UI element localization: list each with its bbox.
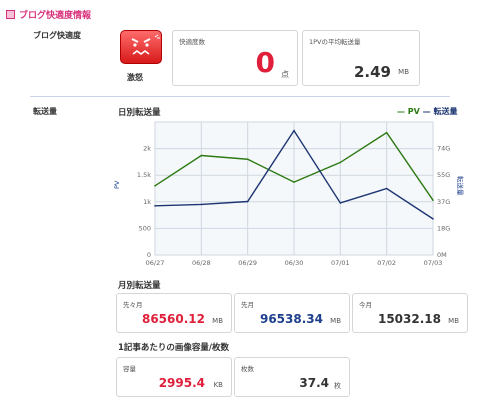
y-right-tick-label: 0M xyxy=(437,251,447,259)
image-size-card-caption: 容量 xyxy=(123,365,136,373)
y-right-tick-label: 74G xyxy=(437,145,450,153)
image-count-card-unit: 枚 xyxy=(334,382,341,390)
two-months-ago-card-caption: 先々月 xyxy=(123,301,143,309)
last-month-card-caption: 先月 xyxy=(241,301,254,309)
image-size-card-value: 2995.4 xyxy=(158,376,205,390)
y-left-tick-label: 1k xyxy=(143,198,151,206)
x-tick-label: 06/27 xyxy=(146,259,165,267)
data-point-transfer xyxy=(339,202,342,204)
two-months-ago-card: 先々月 86560.12 MB xyxy=(116,293,232,333)
x-tick-label: 06/28 xyxy=(192,259,211,267)
data-point-transfer xyxy=(385,187,388,190)
per-post-title: 1記事あたりの画像容量/枚数 xyxy=(118,343,230,353)
two-months-ago-card-unit: MB xyxy=(212,317,223,325)
image-count-card-caption: 枚数 xyxy=(241,365,254,373)
image-size-card: 容量 2995.4 KB xyxy=(116,357,232,397)
data-point-transfer xyxy=(246,200,249,203)
this-month-card-value: 15032.18 xyxy=(377,312,441,326)
y-left-tick-label: 500 xyxy=(139,224,151,232)
data-point-pv xyxy=(385,131,388,134)
data-point-transfer xyxy=(293,129,295,132)
data-point-pv xyxy=(200,154,203,157)
data-point-pv xyxy=(293,181,295,183)
daily-transfer-chart: 0 500 1k 1.5k 2k 0M 18G 37G 55G 74G 06/27 06/28 06/2… xyxy=(137,121,450,267)
x-tick-label: 07/03 xyxy=(424,259,443,267)
y-right-tick-label: 37G xyxy=(437,198,450,206)
x-tick-label: 07/02 xyxy=(377,259,396,267)
image-size-card-unit: KB xyxy=(213,381,223,389)
data-point-transfer xyxy=(154,205,156,207)
y-left-tick-label: 2k xyxy=(143,145,151,153)
data-point-pv xyxy=(246,158,249,161)
data-point-pv xyxy=(339,161,342,164)
monthly-transfer-title: 月別転送量 xyxy=(118,281,161,291)
two-months-ago-card-value: 86560.12 xyxy=(141,312,205,326)
this-month-card-unit: MB xyxy=(448,317,459,325)
x-tick-label: 06/29 xyxy=(238,259,257,267)
x-tick-label: 07/01 xyxy=(331,259,350,267)
y-right-tick-label: 18G xyxy=(437,224,450,232)
last-month-card-unit: MB xyxy=(330,317,341,325)
y-right-tick-label: 55G xyxy=(437,171,450,179)
data-point-pv xyxy=(154,185,156,187)
y-left-tick-label: 0 xyxy=(147,251,151,259)
image-count-card: 枚数 37.4 枚 xyxy=(234,357,350,397)
image-count-card-value: 37.4 xyxy=(299,376,329,390)
x-tick-label: 06/30 xyxy=(285,259,304,267)
last-month-card-value: 96538.34 xyxy=(259,312,323,326)
data-point-transfer xyxy=(432,218,434,220)
last-month-card: 先月 96538.34 MB xyxy=(234,293,350,333)
this-month-card: 今月 15032.18 MB xyxy=(352,293,468,333)
this-month-card-caption: 今月 xyxy=(359,301,372,309)
data-point-pv xyxy=(432,199,434,202)
data-point-transfer xyxy=(200,203,203,206)
y-left-tick-label: 1.5k xyxy=(137,171,151,179)
